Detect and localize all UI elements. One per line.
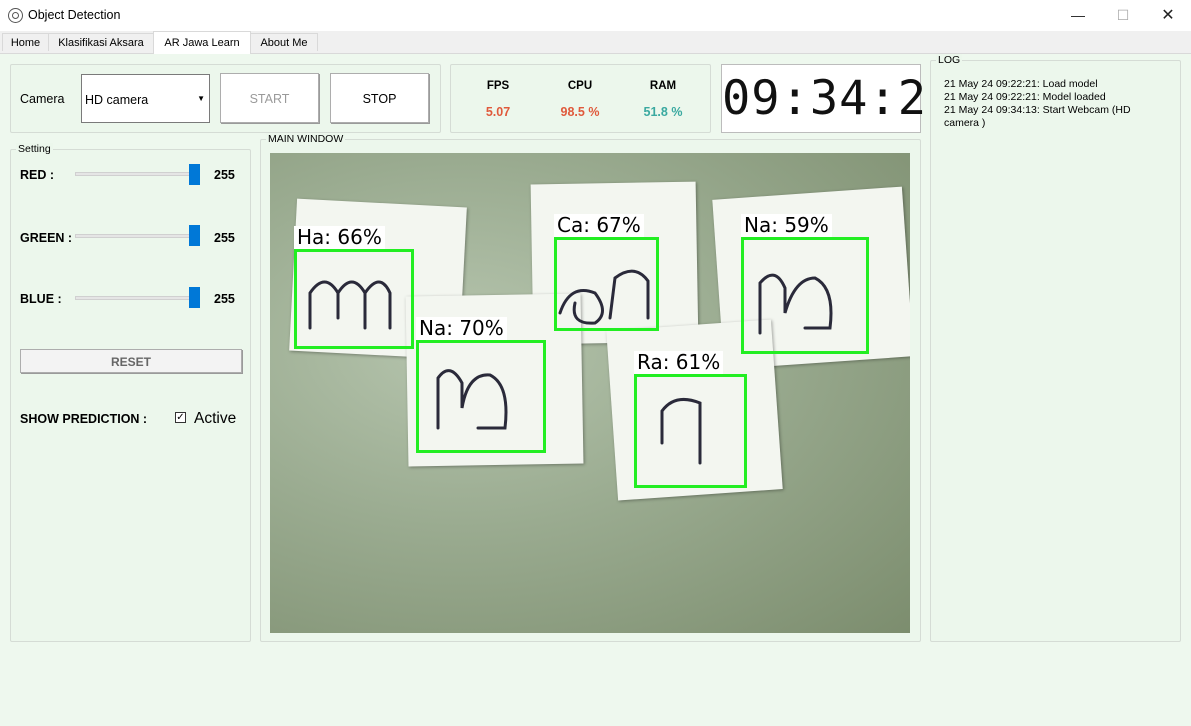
setting-panel — [10, 149, 251, 642]
active-label[interactable]: Active — [194, 410, 236, 428]
tab-klasifikasi-aksara[interactable]: Klasifikasi Aksara — [48, 33, 154, 51]
green-value: 255 — [214, 231, 235, 245]
digital-clock: 09:34:26 — [721, 64, 957, 133]
fps-value: 5.07 — [485, 105, 511, 119]
blue-slider-thumb[interactable] — [189, 287, 200, 308]
fps-label: FPS — [486, 80, 510, 92]
camera-label: Camera — [20, 92, 65, 106]
log-entry: 21 May 24 09:22:21: Load model — [944, 78, 1098, 90]
detection-box — [416, 340, 546, 453]
main-window-legend: MAIN WINDOW — [266, 133, 346, 145]
log-entry: 21 May 24 09:22:21: Model loaded — [944, 91, 1106, 103]
minimize-button[interactable]: — — [1055, 0, 1101, 31]
detection-label: Ha: 66% — [294, 226, 385, 249]
camera-select-value: HD camera — [85, 93, 149, 107]
tab-about-me[interactable]: About Me — [250, 33, 318, 51]
show-prediction-label: SHOW PREDICTION : — [20, 412, 148, 426]
active-checkbox[interactable]: ✓ — [175, 412, 186, 423]
detection-box — [741, 237, 869, 354]
detection-label: Ca: 67% — [554, 214, 644, 237]
tab-ar-jawa-learn[interactable]: AR Jawa Learn — [153, 31, 251, 54]
log-legend: LOG — [936, 54, 963, 66]
camera-select[interactable]: HD camera ▼ — [81, 74, 210, 123]
start-button[interactable]: START — [220, 73, 319, 123]
log-panel — [930, 60, 1181, 642]
detection-label: Na: 59% — [741, 214, 832, 237]
stop-button[interactable]: STOP — [330, 73, 429, 123]
red-label: RED : — [20, 168, 55, 182]
detection-label: Na: 70% — [416, 317, 507, 340]
detection-label: Ra: 61% — [634, 351, 724, 374]
close-button[interactable]: ✕ — [1145, 0, 1191, 31]
ram-value: 51.8 % — [643, 105, 683, 119]
detection-box — [294, 249, 414, 349]
blue-slider-track[interactable] — [75, 296, 200, 300]
tab-home[interactable]: Home — [2, 33, 49, 51]
setting-legend: Setting — [16, 143, 53, 155]
log-entry: 21 May 24 09:34:13: Start Webcam (HD cam… — [944, 104, 1131, 129]
green-label: GREEN : — [20, 231, 73, 245]
blue-label: BLUE : — [20, 292, 62, 306]
detection-box — [554, 237, 659, 331]
title-bar — [0, 0, 1191, 31]
blue-value: 255 — [214, 292, 235, 306]
red-slider-track[interactable] — [75, 172, 200, 176]
camera-feed: Ha: 66% Na: 70% Ca: 67% Ra: 61% Na: 59% — [270, 153, 910, 633]
green-slider-track[interactable] — [75, 234, 200, 238]
clock-time: 09:34:26 — [722, 71, 957, 126]
log-list: 21 May 24 09:22:21: Load model 21 May 24… — [944, 78, 1159, 130]
green-slider-thumb[interactable] — [189, 225, 200, 246]
maximize-button[interactable]: ☐ — [1100, 0, 1146, 31]
detection-box — [634, 374, 747, 488]
app-icon — [8, 8, 23, 23]
cpu-value: 98.5 % — [560, 105, 600, 119]
red-slider-thumb[interactable] — [189, 164, 200, 185]
red-value: 255 — [214, 168, 235, 182]
reset-button[interactable]: RESET — [20, 349, 242, 373]
cpu-label: CPU — [567, 80, 593, 92]
stats-panel — [450, 64, 711, 133]
window-title: Object Detection — [28, 8, 121, 22]
ram-label: RAM — [649, 80, 677, 92]
chevron-down-icon: ▼ — [197, 94, 205, 103]
